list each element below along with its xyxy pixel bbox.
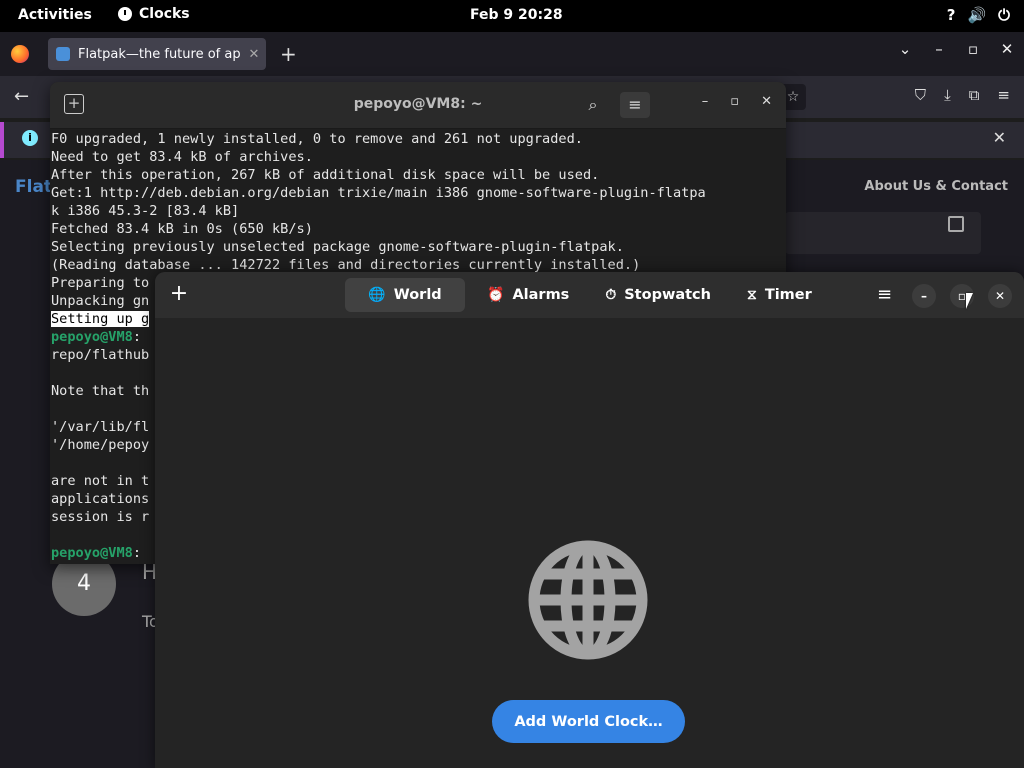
maximize-icon[interactable]: ▫ bbox=[956, 40, 990, 58]
terminal-text: Unpacking gn bbox=[51, 293, 150, 309]
clocks-window-controls: – ▫ ✕ bbox=[912, 284, 1012, 308]
list-tabs-icon[interactable]: ⌄ bbox=[888, 40, 922, 58]
top-bar: Activities Clocks Feb 9 20:28 ? 🔊 ⏻ bbox=[0, 0, 1024, 32]
pocket-icon[interactable]: ⛉ bbox=[915, 86, 926, 104]
alarm-clock-icon: ⏰ bbox=[487, 287, 505, 303]
terminal-line: After this operation, 267 kB of addition… bbox=[51, 166, 706, 184]
terminal-line: Selecting previously unselected package … bbox=[51, 238, 706, 256]
terminal-text: session is r bbox=[51, 509, 150, 525]
minimize-icon[interactable]: – bbox=[922, 40, 956, 58]
back-arrow-icon[interactable]: ← bbox=[14, 86, 29, 107]
hamburger-menu-icon[interactable]: ≡ bbox=[620, 92, 650, 118]
system-tray[interactable]: ? 🔊 ⏻ bbox=[947, 6, 1010, 24]
stopwatch-icon: ⏱ bbox=[605, 287, 617, 303]
terminal-line: k i386 45.3-2 [83.4 kB] bbox=[51, 202, 706, 220]
globe-icon bbox=[528, 540, 648, 660]
terminal-text: F0 upgraded, 1 newly installed, 0 to rem… bbox=[51, 131, 583, 147]
tab-label: Timer bbox=[764, 287, 812, 303]
hamburger-menu-icon[interactable]: ≡ bbox=[877, 284, 892, 305]
close-icon[interactable]: ✕ bbox=[761, 94, 772, 109]
search-icon[interactable]: ⌕ bbox=[580, 92, 606, 118]
terminal-text: '/var/lib/fl bbox=[51, 419, 150, 435]
clock-icon bbox=[118, 7, 132, 21]
browser-tab[interactable]: Flatpak—the future of ap ✕ bbox=[48, 38, 266, 70]
world-clock-empty-state: Add World Clock… bbox=[155, 318, 1024, 768]
terminal-line: Get:1 http://deb.debian.org/debian trixi… bbox=[51, 184, 706, 202]
tab-stopwatch[interactable]: ⏱ Stopwatch bbox=[591, 278, 725, 312]
flatpak-favicon-icon bbox=[56, 47, 70, 61]
terminal-header-bar[interactable]: + pepoyo@VM8: ~ ⌕ ≡ – ▫ ✕ bbox=[50, 82, 786, 129]
terminal-line: F0 upgraded, 1 newly installed, 0 to rem… bbox=[51, 130, 706, 148]
firefox-tab-bar: Flatpak—the future of ap ✕ + ⌄ – ▫ ✕ bbox=[0, 32, 1024, 76]
info-icon: i bbox=[22, 130, 38, 146]
shell-prompt: pepoyo@VM8 bbox=[51, 329, 133, 345]
tab-close-icon[interactable]: ✕ bbox=[242, 47, 266, 62]
toolbar-icons: ⛉ ⤓ ⧉ ≡ bbox=[915, 86, 1010, 104]
shell-prompt: pepoyo@VM8 bbox=[51, 545, 133, 561]
terminal-text: Need to get 83.4 kB of archives. bbox=[51, 149, 313, 165]
close-icon[interactable]: ✕ bbox=[990, 40, 1024, 58]
maximize-icon[interactable]: ▫ bbox=[730, 94, 739, 109]
tab-label: Alarms bbox=[512, 287, 570, 303]
app-menu-icon[interactable]: ≡ bbox=[997, 86, 1010, 104]
terminal-text: After this operation, 267 kB of addition… bbox=[51, 167, 600, 183]
power-icon[interactable]: ⏻ bbox=[998, 6, 1010, 24]
add-icon[interactable]: + bbox=[169, 281, 189, 306]
terminal-text: : bbox=[132, 545, 142, 561]
extensions-icon[interactable]: ⧉ bbox=[969, 86, 980, 104]
minimize-icon[interactable]: – bbox=[702, 94, 709, 109]
terminal-line: Need to get 83.4 kB of archives. bbox=[51, 148, 706, 166]
globe-icon: 🌐 bbox=[368, 287, 386, 303]
site-logo[interactable]: Flat bbox=[15, 177, 52, 197]
terminal-text: are not in t bbox=[51, 473, 150, 489]
terminal-text: : bbox=[132, 329, 142, 345]
tab-timer[interactable]: ⧖ Timer bbox=[733, 278, 826, 312]
mouse-pointer-icon bbox=[966, 293, 980, 309]
tab-label: Stopwatch bbox=[624, 287, 711, 303]
terminal-text: (Reading database ... 142722 files and d… bbox=[51, 257, 641, 273]
terminal-text: Note that th bbox=[51, 383, 150, 399]
clocks-window[interactable]: + 🌐 World ⏰ Alarms ⏱ Stopwatch ⧖ Timer ≡… bbox=[155, 272, 1024, 768]
firefox-window-controls: ⌄ – ▫ ✕ bbox=[888, 40, 1024, 58]
tab-world[interactable]: 🌐 World bbox=[345, 278, 465, 312]
clocks-header-bar[interactable]: + 🌐 World ⏰ Alarms ⏱ Stopwatch ⧖ Timer ≡… bbox=[155, 272, 1024, 318]
close-button[interactable]: ✕ bbox=[988, 284, 1012, 308]
tab-label: World bbox=[393, 287, 442, 303]
minimize-button[interactable]: – bbox=[912, 284, 936, 308]
banner-close-icon[interactable]: ✕ bbox=[993, 128, 1006, 147]
terminal-text: Setting up g bbox=[51, 311, 150, 327]
app-name: Clocks bbox=[139, 6, 190, 22]
activities-button[interactable]: Activities bbox=[18, 7, 92, 23]
add-world-clock-button[interactable]: Add World Clock… bbox=[492, 700, 685, 743]
accessibility-icon[interactable]: ? bbox=[947, 6, 956, 24]
terminal-text: Fetched 83.4 kB in 0s (650 kB/s) bbox=[51, 221, 313, 237]
terminal-text: k i386 45.3-2 [83.4 kB] bbox=[51, 203, 240, 219]
terminal-text: Selecting previously unselected package … bbox=[51, 239, 624, 255]
terminal-window-controls: – ▫ ✕ bbox=[702, 94, 772, 109]
new-tab-button[interactable]: + bbox=[280, 42, 297, 66]
about-link[interactable]: About Us & Contact bbox=[864, 179, 1008, 194]
hourglass-icon: ⧖ bbox=[746, 287, 757, 303]
terminal-text: '/home/pepoy bbox=[51, 437, 150, 453]
terminal-text: applications bbox=[51, 491, 150, 507]
downloads-icon[interactable]: ⤓ bbox=[944, 86, 951, 104]
copy-icon[interactable] bbox=[948, 216, 964, 232]
terminal-line: Fetched 83.4 kB in 0s (650 kB/s) bbox=[51, 220, 706, 238]
firefox-icon[interactable] bbox=[11, 45, 29, 63]
terminal-title: pepoyo@VM8: ~ bbox=[353, 96, 483, 112]
terminal-text: Get:1 http://deb.debian.org/debian trixi… bbox=[51, 185, 706, 201]
view-switcher: 🌐 World ⏰ Alarms ⏱ Stopwatch ⧖ Timer bbox=[345, 278, 826, 312]
tab-alarms[interactable]: ⏰ Alarms bbox=[473, 278, 583, 312]
volume-icon[interactable]: 🔊 bbox=[967, 6, 986, 24]
terminal-text: repo/flathub bbox=[51, 347, 150, 363]
tab-title: Flatpak—the future of ap bbox=[78, 46, 241, 62]
terminal-text: Preparing to bbox=[51, 275, 150, 291]
date-time[interactable]: Feb 9 20:28 bbox=[470, 7, 563, 23]
app-menu[interactable]: Clocks bbox=[118, 6, 190, 22]
